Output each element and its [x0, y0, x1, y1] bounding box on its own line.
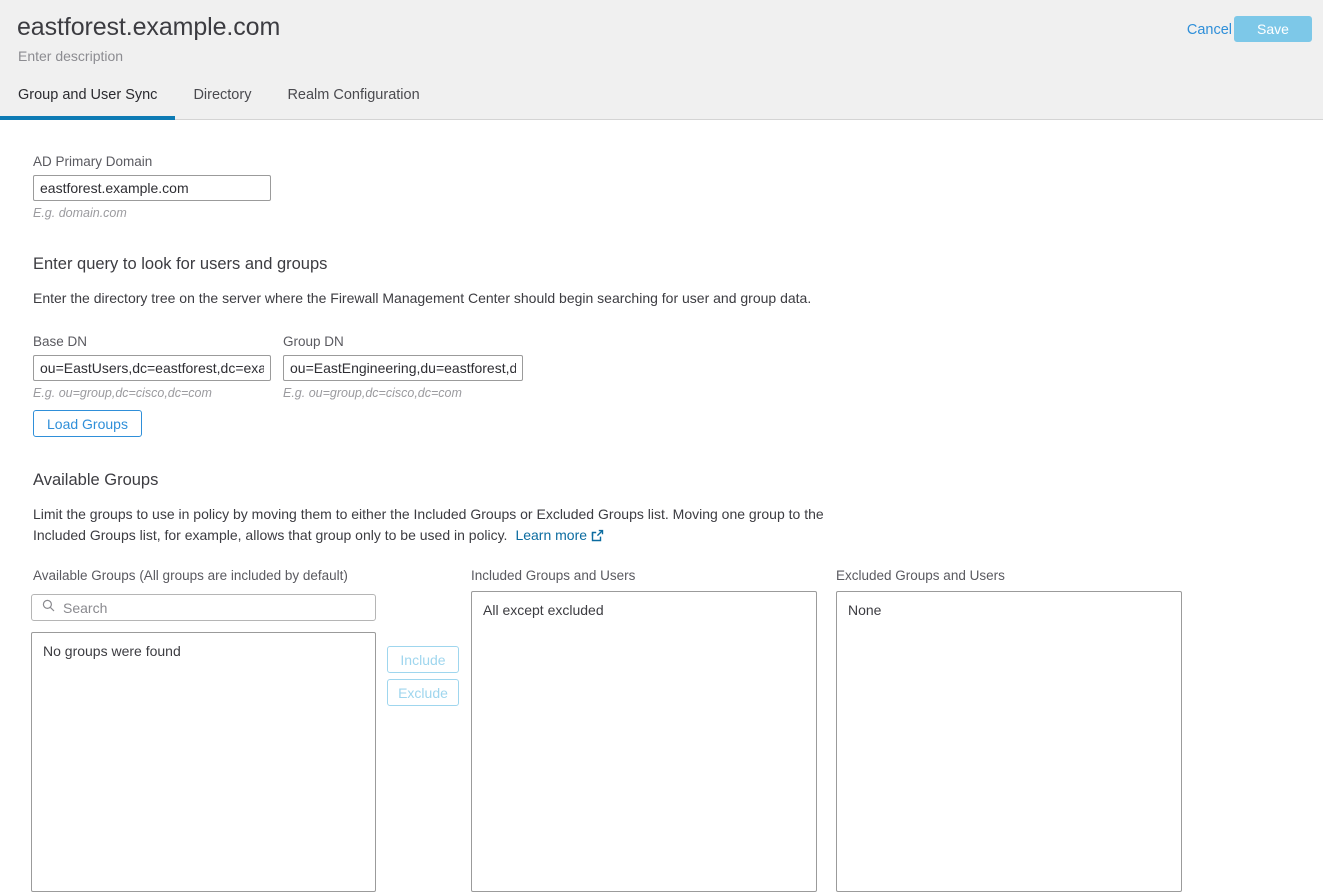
load-groups-button[interactable]: Load Groups — [33, 410, 142, 437]
limit-text: Limit the groups to use in policy by mov… — [33, 506, 824, 543]
tab-group-and-user-sync[interactable]: Group and User Sync — [0, 80, 175, 120]
included-groups-column-label: Included Groups and Users — [471, 568, 635, 583]
external-link-icon — [591, 527, 604, 548]
excluded-groups-column-label: Excluded Groups and Users — [836, 568, 1005, 583]
base-dn-hint: E.g. ou=group,dc=cisco,dc=com — [33, 386, 271, 400]
search-icon — [42, 599, 55, 617]
tab-directory[interactable]: Directory — [175, 80, 269, 120]
available-groups-description: Limit the groups to use in policy by mov… — [33, 504, 873, 548]
available-groups-column-label: Available Groups (All groups are include… — [33, 568, 348, 583]
page-header: eastforest.example.com Enter description… — [0, 0, 1323, 120]
page-title: eastforest.example.com — [17, 13, 280, 42]
search-input[interactable] — [63, 600, 375, 616]
base-dn-field-group: Base DN E.g. ou=group,dc=cisco,dc=com — [33, 334, 271, 400]
tab-label: Directory — [193, 87, 251, 103]
search-box[interactable] — [31, 594, 376, 621]
ad-primary-domain-field-group: AD Primary Domain E.g. domain.com — [33, 154, 271, 220]
group-dn-hint: E.g. ou=group,dc=cisco,dc=com — [283, 386, 523, 400]
tab-label: Realm Configuration — [287, 87, 419, 103]
learn-more-link[interactable]: Learn more — [515, 527, 604, 543]
included-groups-list[interactable]: All except excluded — [471, 591, 817, 892]
exclude-button[interactable]: Exclude — [387, 679, 459, 706]
group-dn-label: Group DN — [283, 334, 523, 349]
tab-bar: Group and User Sync Directory Realm Conf… — [0, 80, 438, 120]
ad-primary-domain-hint: E.g. domain.com — [33, 206, 271, 220]
page-description: Enter description — [18, 48, 123, 64]
tab-label: Group and User Sync — [18, 87, 157, 103]
excluded-groups-text: None — [837, 592, 1181, 628]
query-section-heading: Enter query to look for users and groups — [33, 255, 327, 274]
base-dn-label: Base DN — [33, 334, 271, 349]
group-dn-input[interactable] — [283, 355, 523, 381]
available-groups-list[interactable]: No groups were found — [31, 632, 376, 892]
available-groups-empty-text: No groups were found — [32, 633, 375, 669]
ad-primary-domain-label: AD Primary Domain — [33, 154, 271, 169]
included-groups-text: All except excluded — [472, 592, 816, 628]
save-button[interactable]: Save — [1234, 16, 1312, 42]
tab-realm-configuration[interactable]: Realm Configuration — [269, 80, 437, 120]
query-section-subtext: Enter the directory tree on the server w… — [33, 290, 811, 306]
available-groups-heading: Available Groups — [33, 471, 158, 490]
learn-more-label: Learn more — [515, 527, 587, 543]
cancel-button[interactable]: Cancel — [1185, 18, 1234, 42]
include-button[interactable]: Include — [387, 646, 459, 673]
excluded-groups-list[interactable]: None — [836, 591, 1182, 892]
group-dn-field-group: Group DN E.g. ou=group,dc=cisco,dc=com — [283, 334, 523, 400]
base-dn-input[interactable] — [33, 355, 271, 381]
main-content: AD Primary Domain E.g. domain.com Enter … — [0, 121, 1323, 760]
ad-primary-domain-input[interactable] — [33, 175, 271, 201]
